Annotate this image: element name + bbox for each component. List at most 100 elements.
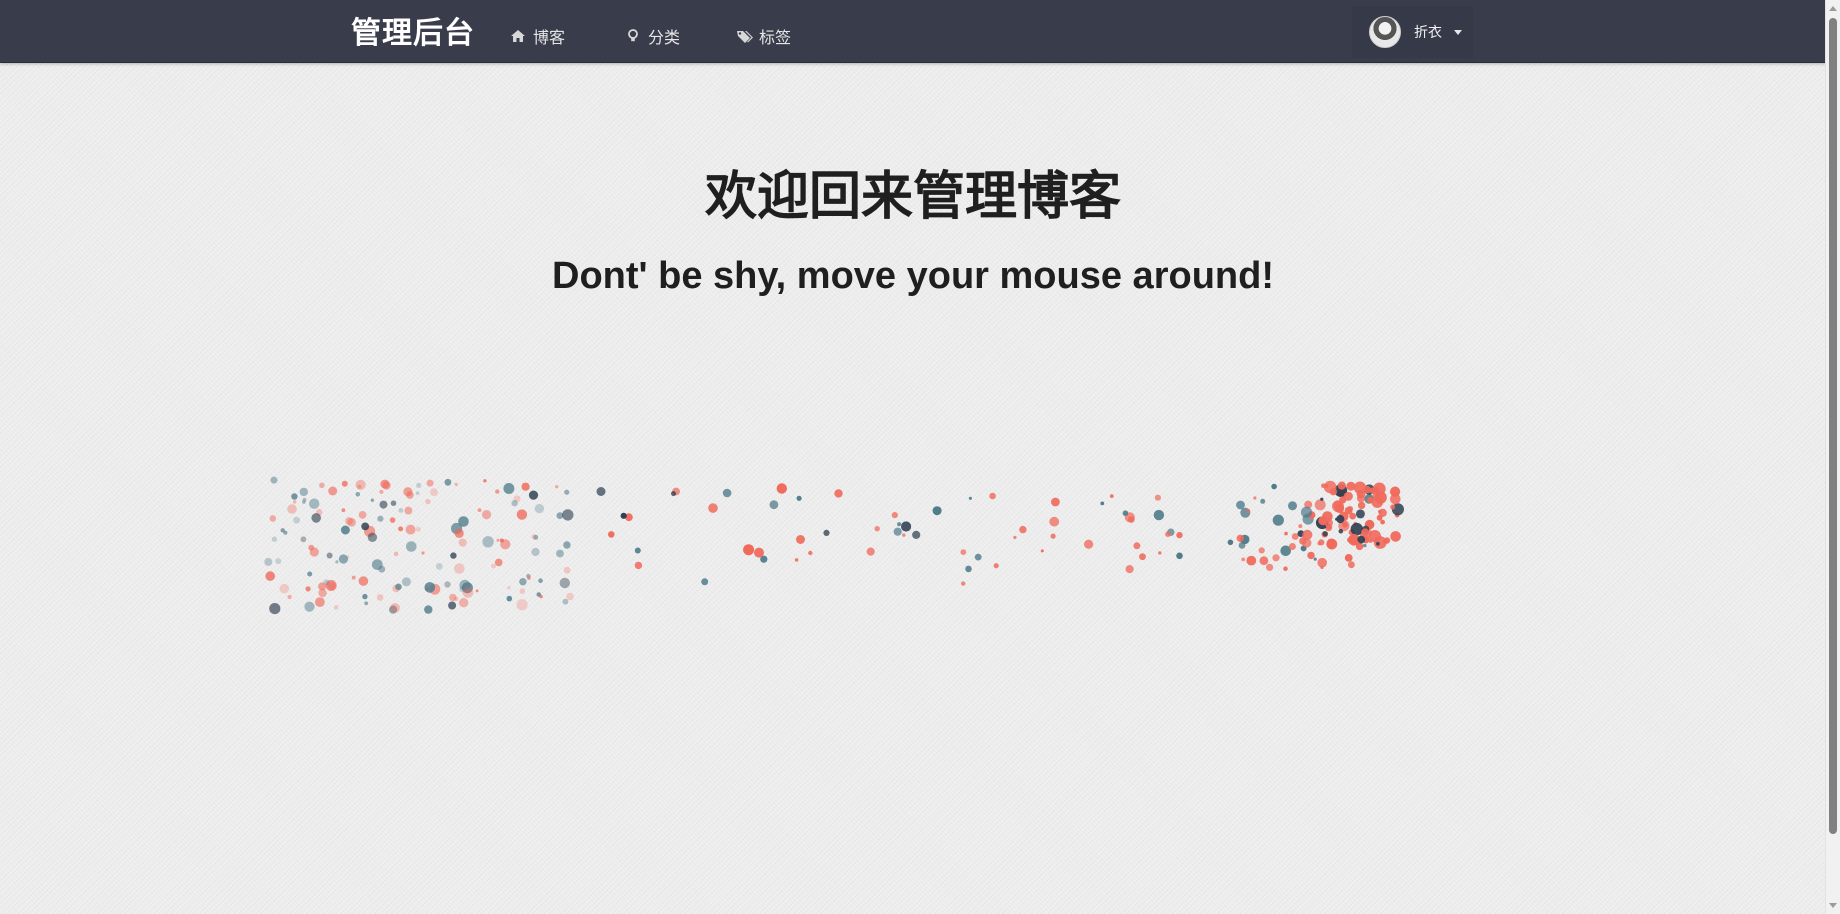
particle-dot xyxy=(1349,512,1357,520)
particle-dot xyxy=(454,528,464,539)
particle-dot xyxy=(426,479,434,487)
particle-dot xyxy=(961,581,966,586)
particle-dot xyxy=(1240,534,1250,545)
particle-dot xyxy=(287,594,292,600)
particle-dot xyxy=(1356,489,1366,499)
particle-dot xyxy=(1320,497,1324,501)
particle-dot xyxy=(634,547,641,554)
nav-item-category[interactable]: 分类 xyxy=(625,24,680,48)
particle-dot xyxy=(1378,510,1382,514)
particle-dot xyxy=(1324,523,1333,532)
particle-dot xyxy=(362,593,368,600)
top-navbar: 管理后台 博客 分类 标签 折衣 xyxy=(0,0,1826,63)
particle-dot xyxy=(1350,522,1364,536)
particle-dot xyxy=(1125,565,1134,574)
particle-dot xyxy=(1334,503,1345,513)
particle-dot xyxy=(1313,557,1317,561)
particle-dot xyxy=(533,534,539,540)
particle-dot xyxy=(1246,508,1251,513)
particle-dot xyxy=(1390,493,1401,505)
nav-item-label: 标签 xyxy=(759,30,792,47)
nav-item-label: 分类 xyxy=(648,30,681,47)
particle-dot xyxy=(1139,553,1146,561)
particle-dot xyxy=(1338,520,1350,532)
lightbulb-icon xyxy=(625,28,641,44)
particle-dot xyxy=(304,601,315,612)
particle-dot xyxy=(993,563,999,569)
particle-dot xyxy=(1324,518,1333,528)
particle-dot xyxy=(1371,496,1384,508)
particle-dot xyxy=(309,498,320,509)
particle-dot xyxy=(495,489,500,494)
tags-icon xyxy=(736,28,753,44)
scroll-up-arrow-icon[interactable] xyxy=(1829,6,1837,11)
particle-dot xyxy=(393,551,399,557)
particle-dot xyxy=(499,538,504,543)
particle-dot xyxy=(424,587,429,591)
user-menu[interactable]: 折衣 xyxy=(1352,6,1473,58)
caret-down-icon xyxy=(1454,29,1462,35)
particle-dot xyxy=(496,538,500,542)
particle-dot xyxy=(1334,484,1348,497)
particle-dot xyxy=(874,526,880,532)
particle-dot xyxy=(1361,528,1369,537)
particle-dot xyxy=(351,575,356,580)
particle-dot xyxy=(1158,551,1162,555)
particle-dot xyxy=(448,601,457,610)
particle-dot xyxy=(390,603,400,613)
particle-dot xyxy=(743,544,755,556)
particle-dot xyxy=(389,605,398,614)
particle-dot xyxy=(406,491,414,499)
particle-dot xyxy=(563,566,571,574)
particle-dot xyxy=(308,544,315,551)
particle-dot xyxy=(291,493,298,500)
particle-dot xyxy=(338,554,348,564)
particle-dot xyxy=(461,582,473,594)
particle-dot xyxy=(521,482,530,491)
particle-dot xyxy=(435,562,443,570)
scrollbar-thumb[interactable] xyxy=(1829,18,1837,834)
particle-dot xyxy=(974,553,982,561)
particle-dot xyxy=(390,500,397,507)
particle-dot xyxy=(323,579,330,586)
particle-dot xyxy=(404,506,413,515)
particle-dot xyxy=(1327,541,1334,548)
scroll-down-arrow-icon[interactable] xyxy=(1829,903,1837,908)
particle-dot xyxy=(708,503,718,513)
particle-dot xyxy=(1368,530,1381,543)
particle-dot xyxy=(516,509,528,520)
particle-dot xyxy=(379,500,388,509)
particle-dot xyxy=(1376,541,1380,546)
particle-dot xyxy=(608,531,615,538)
particle-dot xyxy=(960,549,967,555)
particle-dot xyxy=(566,592,574,601)
brand-title[interactable]: 管理后台 xyxy=(351,16,475,52)
particle-dot xyxy=(1344,506,1353,515)
particle-dot xyxy=(1357,501,1366,510)
particle-dot xyxy=(1329,488,1337,496)
vertical-scrollbar[interactable] xyxy=(1825,0,1840,914)
particle-dot xyxy=(1322,511,1333,522)
particle-dot xyxy=(1258,547,1265,554)
nav-item-tags[interactable]: 标签 xyxy=(736,24,791,48)
particle-dot xyxy=(1227,539,1234,546)
particle-dot xyxy=(564,489,570,495)
particle-dot xyxy=(1084,539,1094,549)
particle-dot xyxy=(1050,533,1056,539)
nav-item-blog[interactable]: 博客 xyxy=(510,24,565,48)
particle-dot xyxy=(1284,531,1288,536)
particle-dot xyxy=(357,484,362,489)
particle-dot xyxy=(370,498,375,502)
particle-dot xyxy=(1353,481,1367,494)
particle-dot xyxy=(1363,485,1372,494)
particle-dot xyxy=(968,496,973,500)
particle-dot xyxy=(279,583,290,594)
particle-dot xyxy=(1154,494,1161,501)
particle-dot xyxy=(315,597,325,607)
particle-dot xyxy=(932,506,942,516)
particle-dot xyxy=(424,605,433,614)
nav-item-label: 博客 xyxy=(533,30,566,47)
particle-dot xyxy=(538,578,543,583)
particle-dot xyxy=(364,525,376,537)
particle-dot xyxy=(1337,490,1343,497)
